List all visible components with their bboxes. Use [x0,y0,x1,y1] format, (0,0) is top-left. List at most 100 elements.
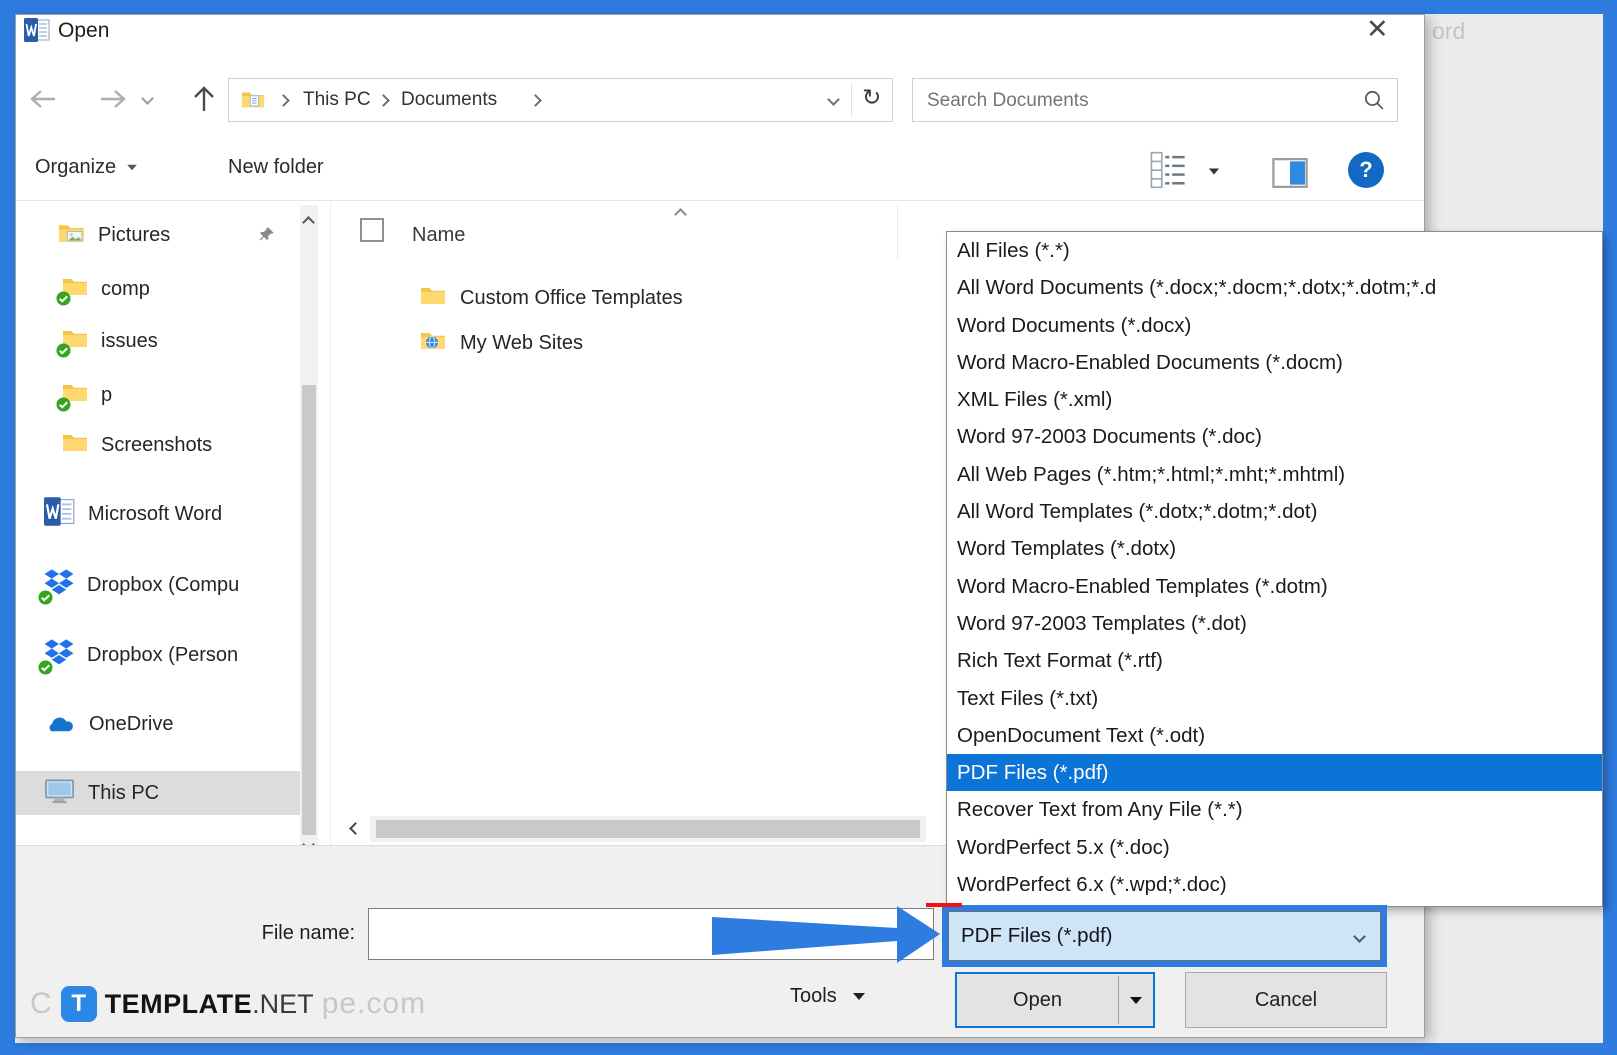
file-name-label: File name: [240,922,355,945]
search-box[interactable] [912,78,1398,122]
sidebar-item-label: OneDrive [89,713,173,736]
filetype-option-selected[interactable]: PDF Files (*.pdf) [947,754,1602,791]
filetype-combobox[interactable]: PDF Files (*.pdf) [948,911,1381,961]
search-input[interactable] [925,85,1349,117]
filetype-option[interactable]: OpenDocument Text (*.odt) [947,717,1602,754]
close-icon[interactable]: ✕ [1366,14,1389,45]
file-row-custom-office-templates[interactable]: Custom Office Templates [420,282,683,314]
open-caret-icon[interactable] [1119,974,1153,1026]
sidebar-item-label: p [101,384,112,407]
breadcrumb-chevron-icon[interactable] [377,94,390,107]
sidebar-item-comp[interactable]: comp [62,267,150,311]
filetype-option[interactable]: WordPerfect 6.x (*.wpd;*.doc) [947,866,1602,903]
select-all-checkbox[interactable] [360,218,384,242]
breadcrumb-chevron-icon[interactable] [277,94,290,107]
tools-label: Tools [790,985,837,1008]
filetype-option[interactable]: All Word Documents (*.docx;*.docm;*.dotx… [947,269,1602,306]
filetype-dropdown-list: All Files (*.*) All Word Documents (*.do… [946,231,1603,907]
dialog-title: Open [58,19,109,43]
refresh-icon[interactable]: ↻ [862,85,881,111]
filetype-option[interactable]: All Files (*.*) [947,232,1602,269]
brand-tld: .NET [252,989,314,1020]
address-dropdown-chevron-icon[interactable] [827,93,840,106]
open-button[interactable]: Open [955,972,1155,1028]
watermark-faint-suffix: pe.com [322,987,426,1021]
filetype-option[interactable]: Word Documents (*.docx) [947,307,1602,344]
panel-divider [330,203,331,845]
tools-button[interactable]: Tools [790,985,865,1008]
open-button-label: Open [957,974,1118,1026]
file-row-my-web-sites[interactable]: My Web Sites [420,327,583,359]
filetype-option[interactable]: All Web Pages (*.htm;*.html;*.mht;*.mhtm… [947,456,1602,493]
sidebar-item-dropbox-computer[interactable]: Dropbox (Compu [44,563,239,607]
synced-folder-icon [62,328,88,354]
brand-name: TEMPLATE [105,989,253,1020]
pictures-folder-icon [58,222,85,249]
organize-label: Organize [35,156,116,179]
sidebar-item-dropbox-personal[interactable]: Dropbox (Person [44,633,238,677]
views-caret-icon[interactable] [1209,169,1219,175]
filetype-option[interactable]: Rich Text Format (*.rtf) [947,642,1602,679]
sidebar-item-microsoft-word[interactable]: Microsoft Word [44,492,222,536]
sidebar-item-label: Pictures [98,224,170,247]
word-icon [44,497,75,531]
sidebar-item-onedrive[interactable]: OneDrive [44,702,173,746]
sidebar-item-label: issues [101,330,158,353]
filetype-option[interactable]: Word 97-2003 Templates (*.dot) [947,605,1602,642]
column-divider[interactable] [897,205,898,260]
filetype-option[interactable]: XML Files (*.xml) [947,381,1602,418]
screenshot-frame: ord Open ✕ [0,0,1617,1055]
forward-icon[interactable] [95,86,131,117]
watermark: C T TEMPLATE .NET pe.com [30,986,426,1022]
cancel-button-label: Cancel [1255,989,1317,1012]
web-folder-icon [420,330,446,356]
filetype-option[interactable]: Word Macro-Enabled Documents (*.docm) [947,344,1602,381]
watermark-faint-prefix: C [30,987,53,1021]
search-icon[interactable] [1363,89,1386,117]
onedrive-icon [44,712,76,737]
filetype-option[interactable]: Word Macro-Enabled Templates (*.dotm) [947,568,1602,605]
new-folder-button[interactable]: New folder [228,156,324,179]
breadcrumb-chevron-icon[interactable] [529,94,542,107]
sidebar-item-label: Microsoft Word [88,503,222,526]
address-bar[interactable]: This PC Documents ↻ [228,78,893,122]
column-header-name[interactable]: Name [412,224,465,247]
dropbox-icon [44,569,74,601]
sync-check-icon [38,590,53,605]
filetype-option[interactable]: Word 97-2003 Documents (*.doc) [947,418,1602,455]
sidebar-item-screenshots[interactable]: Screenshots [62,423,212,467]
folder-icon [420,285,446,311]
preview-pane-icon[interactable] [1272,157,1308,194]
sidebar-item-p[interactable]: p [62,373,112,417]
filetype-option[interactable]: Text Files (*.txt) [947,680,1602,717]
dropbox-icon [44,639,74,671]
up-icon[interactable] [190,84,218,119]
breadcrumb-this-pc[interactable]: This PC [303,89,371,111]
organize-button[interactable]: Organize [35,156,138,179]
details-view-icon[interactable] [1150,151,1186,194]
sidebar-item-label: This PC [88,782,159,805]
help-icon[interactable]: ? [1348,152,1384,188]
sync-check-icon [56,397,71,412]
pin-icon [258,226,275,248]
sync-check-icon [56,343,71,358]
sync-check-icon [56,291,71,306]
sidebar-scrollbar-thumb[interactable] [302,385,316,835]
filetype-option[interactable]: Word Templates (*.dotx) [947,530,1602,567]
filetype-combobox-value: PDF Files (*.pdf) [949,924,1355,948]
filetype-option[interactable]: WordPerfect 5.x (*.doc) [947,829,1602,866]
sidebar-item-issues[interactable]: issues [62,319,158,363]
folder-icon [62,432,88,458]
synced-folder-icon [62,276,88,302]
sync-check-icon [38,660,53,675]
filetype-option[interactable]: Recover Text from Any File (*.*) [947,791,1602,828]
annotation-arrow-icon [705,898,950,975]
sidebar-item-pictures[interactable]: Pictures [58,213,170,257]
back-icon[interactable] [25,86,61,117]
breadcrumb-documents[interactable]: Documents [401,89,497,111]
sidebar-item-this-pc[interactable]: This PC [44,771,159,815]
annotation-highlight-box: PDF Files (*.pdf) [942,905,1387,967]
cancel-button[interactable]: Cancel [1185,972,1387,1028]
filelist-hscrollbar-thumb[interactable] [376,820,920,838]
filetype-option[interactable]: All Word Templates (*.dotx;*.dotm;*.dot) [947,493,1602,530]
